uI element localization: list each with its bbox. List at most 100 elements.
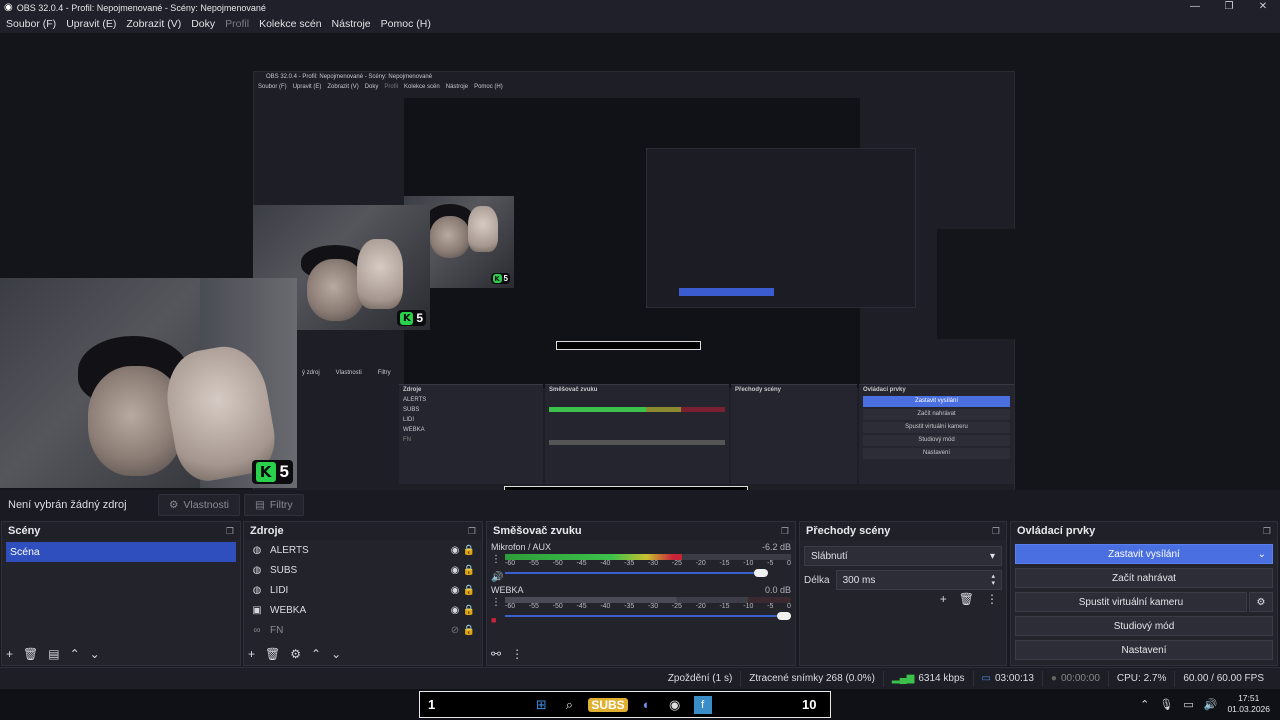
speaker-icon[interactable]: 🔊 [491, 572, 503, 583]
lock-icon[interactable]: 🔒 [462, 565, 476, 576]
start-record-button[interactable]: Začít nahrávat [1015, 568, 1273, 588]
meter-tick-label: 0 [787, 560, 791, 567]
source-row[interactable]: ◍ ALERTS ◉ 🔒 [244, 540, 482, 560]
stop-stream-button[interactable]: Zastavit vysílání ⌄ [1015, 544, 1273, 564]
close-icon[interactable]: ✕ [1246, 0, 1280, 15]
dock-float-icon[interactable]: ❐ [226, 526, 234, 537]
sources-toolbar: + 🗑 ⚙ ⌃ ⌄ [248, 647, 341, 661]
nested-mixer-title: Směšovač zvuku [549, 387, 598, 393]
nested-source-item: WEBKA [403, 427, 425, 433]
menu-view[interactable]: Zobrazit (V) [126, 18, 181, 30]
menu-edit[interactable]: Upravit (E) [66, 18, 116, 30]
gear-icon: ⚙ [1256, 596, 1266, 608]
maximize-icon[interactable]: ❐ [1212, 0, 1246, 15]
lock-icon[interactable]: 🔒 [462, 625, 476, 636]
menu-docks[interactable]: Doky [191, 18, 215, 30]
source-row[interactable]: ◍ LIDI ◉ 🔒 [244, 580, 482, 600]
chevron-up-icon[interactable]: ⌃ [1140, 698, 1149, 711]
eye-hidden-icon[interactable]: ⊘ [448, 625, 462, 636]
source-row[interactable]: ◍ SUBS ◉ 🔒 [244, 560, 482, 580]
menu-dots-icon[interactable]: ⋮ [511, 647, 523, 661]
menu-profile[interactable]: Profil [225, 18, 249, 30]
meter-tick-label: -30 [647, 603, 659, 610]
spin-arrows-icon[interactable]: ▴ ▾ [991, 573, 995, 587]
speaker-icon[interactable]: 🔊 [1204, 698, 1218, 711]
record-icon: ● [1050, 673, 1057, 684]
gear-icon[interactable]: ⚙ [290, 647, 301, 661]
eye-icon[interactable]: ◉ [448, 585, 462, 596]
virtual-camera-settings-button[interactable]: ⚙ [1249, 592, 1273, 612]
add-icon[interactable]: + [940, 592, 947, 606]
record-time-status: ● 00:00:00 [1041, 670, 1108, 687]
start-record-label: Začít nahrávat [1112, 572, 1176, 584]
meter-tick-label: -5 [767, 603, 774, 610]
dropped-frames-text: Ztracené snímky 268 (0.0%) [749, 673, 875, 684]
menu-scene-collection[interactable]: Kolekce scén [259, 18, 321, 30]
nested-source-item: SUBS [403, 407, 420, 413]
menu-dots-icon[interactable]: ⋮ [986, 592, 998, 606]
source-row[interactable]: ▣ WEBKA ◉ 🔒 [244, 600, 482, 620]
chevron-up-icon[interactable]: ⌃ [311, 647, 321, 661]
subs-app-icon[interactable]: SUBS [588, 697, 628, 712]
add-icon[interactable]: + [248, 647, 255, 661]
chevron-down-icon[interactable]: ⌄ [331, 647, 341, 661]
mixer-toolbar: ⚯ ⋮ [491, 647, 523, 661]
lock-icon[interactable]: 🔒 [462, 585, 476, 596]
eye-icon[interactable]: ◉ [448, 545, 462, 556]
virtual-camera-button[interactable]: Spustit virtuální kameru [1015, 592, 1247, 612]
stream-time-status: ▭ 03:00:13 [972, 670, 1042, 687]
channel-menu-icon[interactable]: ⋮ [491, 554, 501, 565]
channel-menu-icon[interactable]: ⋮ [491, 597, 501, 608]
status-bar: Zpoždění (1 s) Ztracené snímky 268 (0.0%… [0, 667, 1280, 689]
camera-icon: ▣ [252, 604, 262, 616]
mute-icon[interactable]: ■ [491, 615, 496, 625]
lock-icon[interactable]: 🔒 [462, 605, 476, 616]
meter-tick-label: -60 [505, 603, 516, 610]
dock-float-icon[interactable]: ❐ [1263, 526, 1271, 537]
eye-icon[interactable]: ◉ [448, 605, 462, 616]
volume-slider[interactable] [505, 612, 791, 620]
menu-help[interactable]: Pomoc (H) [381, 18, 431, 30]
studio-mode-button[interactable]: Studiový mód [1015, 616, 1273, 636]
minimize-icon[interactable]: — [1178, 0, 1212, 15]
search-icon[interactable]: ⌕ [560, 696, 578, 714]
chevron-down-icon[interactable]: ⌄ [1258, 549, 1266, 560]
volume-slider[interactable] [505, 569, 791, 577]
discord-icon[interactable]: ◐ [638, 696, 656, 714]
add-icon[interactable]: + [6, 647, 13, 661]
filter-icon[interactable]: ▤ [48, 647, 59, 661]
microphone-icon[interactable]: 🎙 [1159, 698, 1173, 711]
trash-icon[interactable]: 🗑 [959, 592, 974, 606]
dock-float-icon[interactable]: ❐ [468, 526, 476, 537]
browser-icon: ◍ [252, 584, 262, 596]
taskbar: 1 ⊞ ⌕ SUBS ◐ ◉ f 10 ⌃ 🎙 ▭ 🔊 17:51 01.03.… [0, 689, 1280, 720]
display-icon[interactable]: ▭ [1183, 698, 1193, 711]
trash-icon[interactable]: 🗑 [23, 647, 38, 661]
menu-tools[interactable]: Nástroje [332, 18, 371, 30]
trash-icon[interactable]: 🗑 [265, 647, 280, 661]
obs-icon[interactable]: ◉ [666, 696, 684, 714]
settings-button[interactable]: Nastavení [1015, 640, 1273, 660]
source-row[interactable]: ∞ FN ⊘ 🔒 [244, 620, 482, 640]
taskbar-center: 1 ⊞ ⌕ SUBS ◐ ◉ f 10 [419, 691, 831, 718]
eye-icon[interactable]: ◉ [448, 565, 462, 576]
scene-item[interactable]: Scéna [6, 542, 236, 562]
link-icon[interactable]: ⚯ [491, 647, 501, 661]
taskbar-left-number: 1 [428, 697, 436, 712]
properties-button[interactable]: ⚙ Vlastnosti [158, 494, 240, 516]
transition-select[interactable]: Slábnutí ▾ [804, 546, 1002, 566]
filters-button[interactable]: ▤ Filtry [243, 494, 304, 516]
preview-canvas[interactable]: OBS 32.0.4 - Profil: Nepojmenované - Scé… [0, 33, 1280, 503]
dock-float-icon[interactable]: ❐ [992, 526, 1000, 537]
signal-bars-icon: ▂▄▆ [891, 673, 915, 684]
duration-spinbox[interactable]: 300 ms ▴ ▾ [835, 570, 1002, 590]
lock-icon[interactable]: 🔒 [462, 545, 476, 556]
menu-file[interactable]: Soubor (F) [6, 18, 56, 30]
chevron-up-icon[interactable]: ⌃ [70, 647, 80, 661]
dock-float-icon[interactable]: ❐ [781, 526, 789, 537]
clock[interactable]: 17:51 01.03.2026 [1227, 693, 1270, 715]
meter-tick-label: -35 [624, 560, 635, 567]
file-app-icon[interactable]: f [693, 695, 712, 714]
chevron-down-icon[interactable]: ⌄ [90, 647, 100, 661]
windows-start-icon[interactable]: ⊞ [532, 696, 550, 714]
